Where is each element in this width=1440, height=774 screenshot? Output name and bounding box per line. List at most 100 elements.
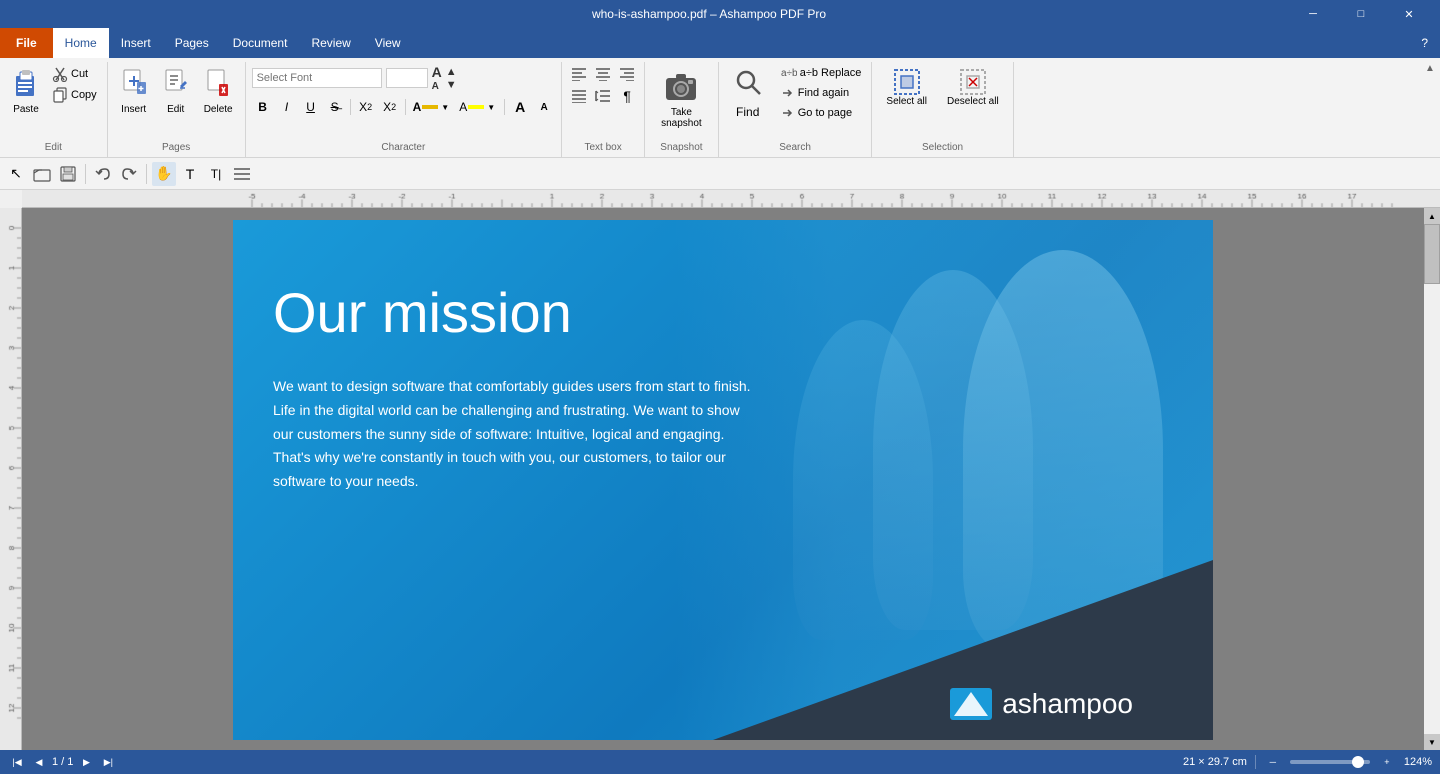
bold-button[interactable]: B xyxy=(252,97,274,117)
scroll-thumb-right[interactable] xyxy=(1424,224,1440,284)
menu-review[interactable]: Review xyxy=(299,28,362,58)
next-page-button[interactable]: ▶ xyxy=(77,753,95,771)
font-up-arrow[interactable]: ▲ xyxy=(446,66,457,78)
toolbar-sep-2 xyxy=(146,164,147,184)
delete-page-button[interactable]: Delete xyxy=(198,64,239,120)
save-button[interactable] xyxy=(56,162,80,186)
zoom-thumb xyxy=(1352,756,1364,768)
strikethrough-button[interactable]: S̶ xyxy=(324,97,346,117)
menu-insert[interactable]: Insert xyxy=(109,28,163,58)
paste-button[interactable]: Paste xyxy=(6,64,46,120)
font-color-button[interactable]: A ▼ xyxy=(410,98,455,116)
document-canvas[interactable]: Our mission We want to design software t… xyxy=(22,208,1424,750)
page-content: Our mission We want to design software t… xyxy=(233,220,803,554)
close-button[interactable]: ✕ xyxy=(1386,0,1432,28)
underline-button[interactable]: U xyxy=(300,97,322,117)
font-name-input[interactable] xyxy=(252,68,382,88)
subscript-button[interactable]: X2 xyxy=(355,97,377,117)
selection-group-content: Select all Deselect all xyxy=(878,64,1006,140)
menu-help[interactable]: ? xyxy=(1409,28,1440,58)
zoom-slider[interactable] xyxy=(1290,760,1370,764)
svg-text:a÷b: a÷b xyxy=(781,68,797,79)
menu-file[interactable]: File xyxy=(0,28,53,58)
character-group-content: A A ▲ ▼ B I U S̶ X2 X2 A xyxy=(252,64,556,140)
copy-button[interactable]: Copy xyxy=(48,85,101,105)
highlight-color-button[interactable]: A ▼ xyxy=(456,98,500,116)
select-tool-button[interactable]: ↖ xyxy=(4,162,28,186)
grow-font-button[interactable]: A xyxy=(509,97,531,117)
page-body: We want to design software that comforta… xyxy=(273,375,763,494)
go-to-page-button[interactable]: Go to page xyxy=(777,104,866,122)
highlight-color-arrow[interactable]: ▼ xyxy=(485,103,497,112)
page-nav: |◀ ◀ 1 / 1 ▶ ▶| xyxy=(8,753,117,771)
insert-page-button[interactable]: Insert xyxy=(114,64,154,120)
font-down-arrow[interactable]: ▼ xyxy=(446,79,457,91)
line-spacing-button[interactable] xyxy=(592,86,614,106)
shrink-font-button[interactable]: A xyxy=(533,97,555,117)
zoom-out-button[interactable]: ─ xyxy=(1264,753,1282,771)
title-bar-text: who-is-ashampoo.pdf – Ashampoo PDF Pro xyxy=(128,7,1290,21)
status-bar: |◀ ◀ 1 / 1 ▶ ▶| 21 × 29.7 cm ─ + 124% xyxy=(0,750,1440,774)
zoom-in-button[interactable]: + xyxy=(1378,753,1396,771)
text-select-button[interactable]: T| xyxy=(204,162,228,186)
replace-button[interactable]: a÷b a÷b Replace xyxy=(777,64,866,82)
select-all-button[interactable]: Select all xyxy=(878,64,935,111)
search-group-label: Search xyxy=(725,140,866,157)
pages-group-label: Pages xyxy=(114,140,239,157)
find-again-button[interactable]: Find again xyxy=(777,84,866,102)
menu-document[interactable]: Document xyxy=(221,28,300,58)
maximize-button[interactable]: □ xyxy=(1338,0,1384,28)
pdf-page: Our mission We want to design software t… xyxy=(233,220,1213,740)
menu-pages[interactable]: Pages xyxy=(163,28,221,58)
deselect-all-label: Deselect all xyxy=(947,96,999,107)
edit-page-icon xyxy=(163,68,189,102)
find-button[interactable]: Find xyxy=(725,64,771,123)
align-right-button[interactable] xyxy=(616,64,638,84)
deselect-all-button[interactable]: Deselect all xyxy=(939,64,1007,111)
prev-page-button[interactable]: ◀ xyxy=(30,753,48,771)
ribbon-collapse-button[interactable]: ▲ xyxy=(1420,58,1440,78)
toolbar: ↖ ✋ T T| xyxy=(0,158,1440,190)
minimize-button[interactable]: ─ xyxy=(1290,0,1336,28)
font-color-arrow[interactable]: ▼ xyxy=(439,103,451,112)
first-page-button[interactable]: |◀ xyxy=(8,753,26,771)
menu-bar: File Home Insert Pages Document Review V… xyxy=(0,28,1440,58)
font-grow-button[interactable]: A xyxy=(432,64,442,80)
camera-icon xyxy=(664,70,698,107)
go-to-page-label: Go to page xyxy=(798,107,852,119)
hand-tool-button[interactable]: ✋ xyxy=(152,162,176,186)
scroll-track-right[interactable] xyxy=(1424,224,1440,734)
text-tool-button[interactable]: T xyxy=(178,162,202,186)
select-all-label: Select all xyxy=(886,96,927,107)
align-justify-button[interactable] xyxy=(568,86,590,106)
italic-button[interactable]: I xyxy=(276,97,298,117)
align-left-button[interactable] xyxy=(568,64,590,84)
open-button[interactable] xyxy=(30,162,54,186)
undo-button[interactable] xyxy=(91,162,115,186)
ribbon-group-snapshot: Takesnapshot Snapshot xyxy=(645,62,719,157)
highlight-color-swatch xyxy=(468,105,484,109)
snapshot-label: Takesnapshot xyxy=(661,107,702,129)
more-tools-button[interactable] xyxy=(230,162,254,186)
last-page-button[interactable]: ▶| xyxy=(99,753,117,771)
superscript-button[interactable]: X2 xyxy=(379,97,401,117)
align-center-button[interactable] xyxy=(592,64,614,84)
menu-home[interactable]: Home xyxy=(53,28,109,58)
scroll-down-button[interactable]: ▼ xyxy=(1424,734,1440,750)
font-size-input[interactable] xyxy=(386,68,428,88)
scroll-up-button[interactable]: ▲ xyxy=(1424,208,1440,224)
textbox-align-row-2: ¶ xyxy=(568,86,638,106)
textbox-group-content: ¶ xyxy=(568,64,638,140)
edit-page-button[interactable]: Edit xyxy=(156,64,196,120)
cut-button[interactable]: Cut xyxy=(48,64,101,84)
ribbon: Paste Cut xyxy=(0,58,1440,158)
font-color-swatch xyxy=(422,105,438,109)
paragraph-button[interactable]: ¶ xyxy=(616,86,638,106)
take-snapshot-button[interactable]: Takesnapshot xyxy=(651,64,712,135)
find-again-label: Find again xyxy=(798,87,849,99)
title-bar-controls: ─ □ ✕ xyxy=(1290,0,1432,28)
font-shrink-button[interactable]: A xyxy=(432,81,442,92)
menu-view[interactable]: View xyxy=(363,28,413,58)
redo-button[interactable] xyxy=(117,162,141,186)
scroll-right[interactable]: ▲ ▼ xyxy=(1424,208,1440,750)
